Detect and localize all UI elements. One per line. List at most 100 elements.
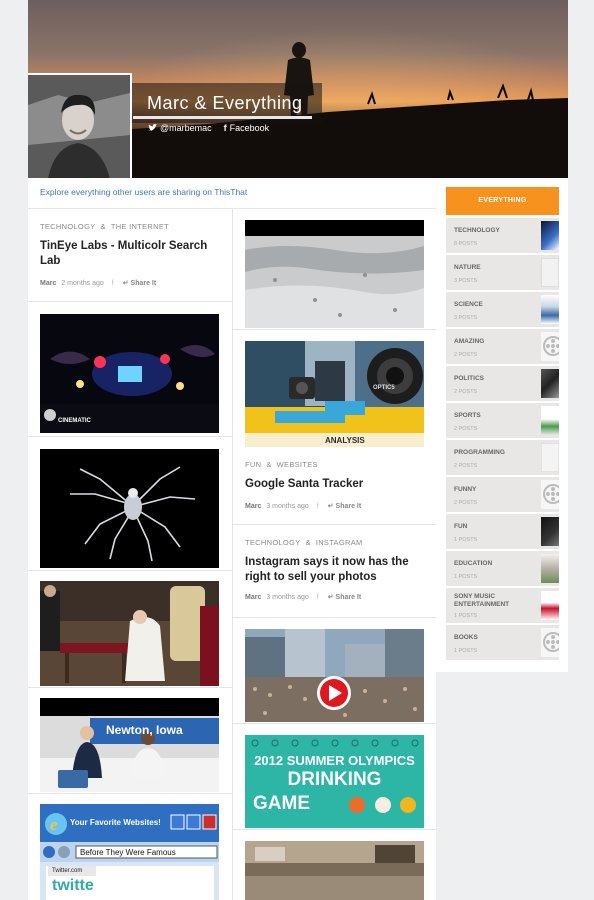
room-image[interactable] xyxy=(245,841,424,900)
sidebar-item-technology[interactable]: TECHNOLOGY 8 POSTS xyxy=(446,218,559,253)
twitter-link[interactable]: @marbemac xyxy=(148,123,212,133)
post-card-image[interactable]: e Your Favorite Websites! Before They We… xyxy=(28,794,232,900)
post-card[interactable]: TECHNOLOGY & INSTAGRAM Instagram says it n… xyxy=(233,525,436,618)
newton-iowa-image[interactable]: Newton, Iowa xyxy=(40,698,219,792)
post-title[interactable]: Google Santa Tracker xyxy=(245,477,425,492)
explore-link[interactable]: Explore everything other users are shari… xyxy=(40,187,247,197)
sidebar-item-count: 1 POSTS xyxy=(454,574,478,580)
facebook-share-icon[interactable]: f xyxy=(317,594,319,601)
category-thumbnail xyxy=(541,295,559,324)
profile-avatar[interactable] xyxy=(28,73,132,178)
category-link[interactable]: FUN xyxy=(245,460,261,469)
sidebar-tab-everything[interactable]: EVERYTHING xyxy=(446,187,559,215)
sidebar-item-education[interactable]: EDUCATION 1 POSTS xyxy=(446,551,559,586)
sidebar-item-amazing[interactable]: AMAZING 2 POSTS xyxy=(446,329,559,364)
newton-photo xyxy=(40,698,219,792)
post-card-image[interactable]: CINEMATIC xyxy=(28,302,232,437)
sidebar-item-count: 2 POSTS xyxy=(454,352,478,358)
sidebar-item-sports[interactable]: SPORTS 2 POSTS xyxy=(446,403,559,438)
camera-desk-photo xyxy=(245,341,424,447)
concert-image[interactable]: CINEMATIC xyxy=(40,314,219,433)
facebook-share-icon[interactable]: f xyxy=(317,503,319,510)
sidebar-item-science[interactable]: SCIENCE 3 POSTS xyxy=(446,292,559,327)
olympics-title: 2012 SUMMER OLYMPICS xyxy=(254,753,415,768)
post-author[interactable]: Marc xyxy=(40,280,56,287)
social-links: @marbemac f Facebook xyxy=(148,123,269,133)
avatar-photo xyxy=(28,75,130,178)
post-card[interactable]: ANALYSIS OPTIC5 FUN & WEBSITES Google Sant… xyxy=(233,330,436,525)
placeholder-reel-icon xyxy=(541,628,559,657)
post-categories: TECHNOLOGY & INSTAGRAM xyxy=(245,538,424,547)
sidebar-item-label: FUN xyxy=(454,523,468,530)
crowd-video-image[interactable] xyxy=(245,629,424,722)
share-label: Share It xyxy=(335,503,362,510)
sidebar-item-politics[interactable]: POLITICS 2 POSTS xyxy=(446,366,559,401)
sidebar-item-count: 8 POSTS xyxy=(454,241,478,247)
favorite-websites-image[interactable]: e Your Favorite Websites! Before They We… xyxy=(40,804,219,900)
post-title[interactable]: Instagram says it now has the right to s… xyxy=(245,555,424,585)
share-button[interactable]: ↵ Share It xyxy=(123,279,157,287)
window-tab: Twitter.com xyxy=(52,868,83,874)
category-link[interactable]: WEBSITES xyxy=(277,460,318,469)
pope-image[interactable] xyxy=(40,581,219,686)
svg-text:e: e xyxy=(50,815,58,834)
sidebar-item-count: 3 POSTS xyxy=(454,315,478,321)
category-thumbnail xyxy=(541,443,559,472)
category-thumbnail xyxy=(541,369,559,398)
sidebar-item-fun[interactable]: FUN 1 POSTS xyxy=(446,514,559,549)
drinking-label: DRINKING xyxy=(287,769,382,790)
category-thumbnail xyxy=(541,554,559,583)
post-card-image[interactable] xyxy=(28,437,232,571)
share-button[interactable]: ↵ Share It xyxy=(328,593,362,601)
sidebar-item-count: 1 POSTS xyxy=(454,537,478,543)
sidebar-item-label: TECHNOLOGY xyxy=(454,227,500,234)
newton-sign: Newton, Iowa xyxy=(106,723,183,737)
post-meta: Marc 2 months ago f ↵ Share It xyxy=(40,279,220,288)
category-link[interactable]: TECHNOLOGY xyxy=(245,538,301,547)
sidebar-item-count: 2 POSTS xyxy=(454,463,478,469)
sidebar-item-label: SPORTS xyxy=(454,412,481,419)
spider-photo xyxy=(40,449,219,568)
twitter-handle: @marbemac xyxy=(160,123,212,133)
analysis-image[interactable]: ANALYSIS OPTIC5 xyxy=(245,341,424,447)
post-card-image[interactable] xyxy=(233,618,436,724)
olympics-drinking-image[interactable]: 2012 SUMMER OLYMPICS DRINKING GAME xyxy=(245,735,424,828)
category-link[interactable]: INSTAGRAM xyxy=(316,538,363,547)
category-separator: & xyxy=(305,538,311,547)
category-separator: & xyxy=(266,460,272,469)
facebook-f-icon: f xyxy=(223,123,227,133)
sidebar-item-funny[interactable]: FUNNY 2 POSTS xyxy=(446,477,559,512)
facebook-share-icon[interactable]: f xyxy=(112,280,114,287)
sidebar-item-books[interactable]: BOOKS 1 POSTS xyxy=(446,625,559,660)
feed-column-middle: ANALYSIS OPTIC5 FUN & WEBSITES Google Sant… xyxy=(232,209,436,900)
post-author[interactable]: Marc xyxy=(245,594,261,601)
post-card-image[interactable] xyxy=(28,571,232,688)
sidebar-item-label: SCIENCE xyxy=(454,301,483,308)
post-time: 3 months ago xyxy=(266,593,309,601)
sidebar-item-sony-music-entertainment[interactable]: SONY MUSIC ENTERTAINMENT 1 POSTS xyxy=(446,588,559,623)
category-thumbnail xyxy=(541,221,559,250)
post-time: 3 months ago xyxy=(266,502,309,510)
category-link[interactable]: THE INTERNET xyxy=(111,222,169,231)
window-title: Your Favorite Websites! xyxy=(70,818,161,827)
sidebar-item-nature[interactable]: NATURE 3 POSTS xyxy=(446,255,559,290)
cover-photo xyxy=(28,0,568,178)
post-card-image[interactable]: 2012 SUMMER OLYMPICS DRINKING GAME xyxy=(233,724,436,830)
category-thumbnail xyxy=(541,406,559,435)
glacier-image[interactable] xyxy=(245,220,424,328)
post-card-image[interactable] xyxy=(233,830,436,900)
cinematic-badge: CINEMATIC xyxy=(58,418,91,424)
post-card-image[interactable] xyxy=(233,209,436,330)
share-button[interactable]: ↵ Share It xyxy=(328,502,362,510)
category-link[interactable]: TECHNOLOGY xyxy=(40,222,96,231)
post-author[interactable]: Marc xyxy=(245,503,261,510)
facebook-label: Facebook xyxy=(229,123,270,133)
post-card-image[interactable]: Newton, Iowa xyxy=(28,688,232,794)
post-title[interactable]: TinEye Labs - Multicolr Search Lab xyxy=(40,239,220,269)
sidebar-item-programming[interactable]: PROGRAMMING 2 POSTS xyxy=(446,440,559,475)
post-card[interactable]: TECHNOLOGY & THE INTERNET TinEye Labs - Mu… xyxy=(28,209,232,302)
category-thumbnail xyxy=(541,591,559,620)
category-thumbnail xyxy=(541,258,559,287)
facebook-link[interactable]: f Facebook xyxy=(224,123,270,133)
spider-image[interactable] xyxy=(40,449,219,568)
